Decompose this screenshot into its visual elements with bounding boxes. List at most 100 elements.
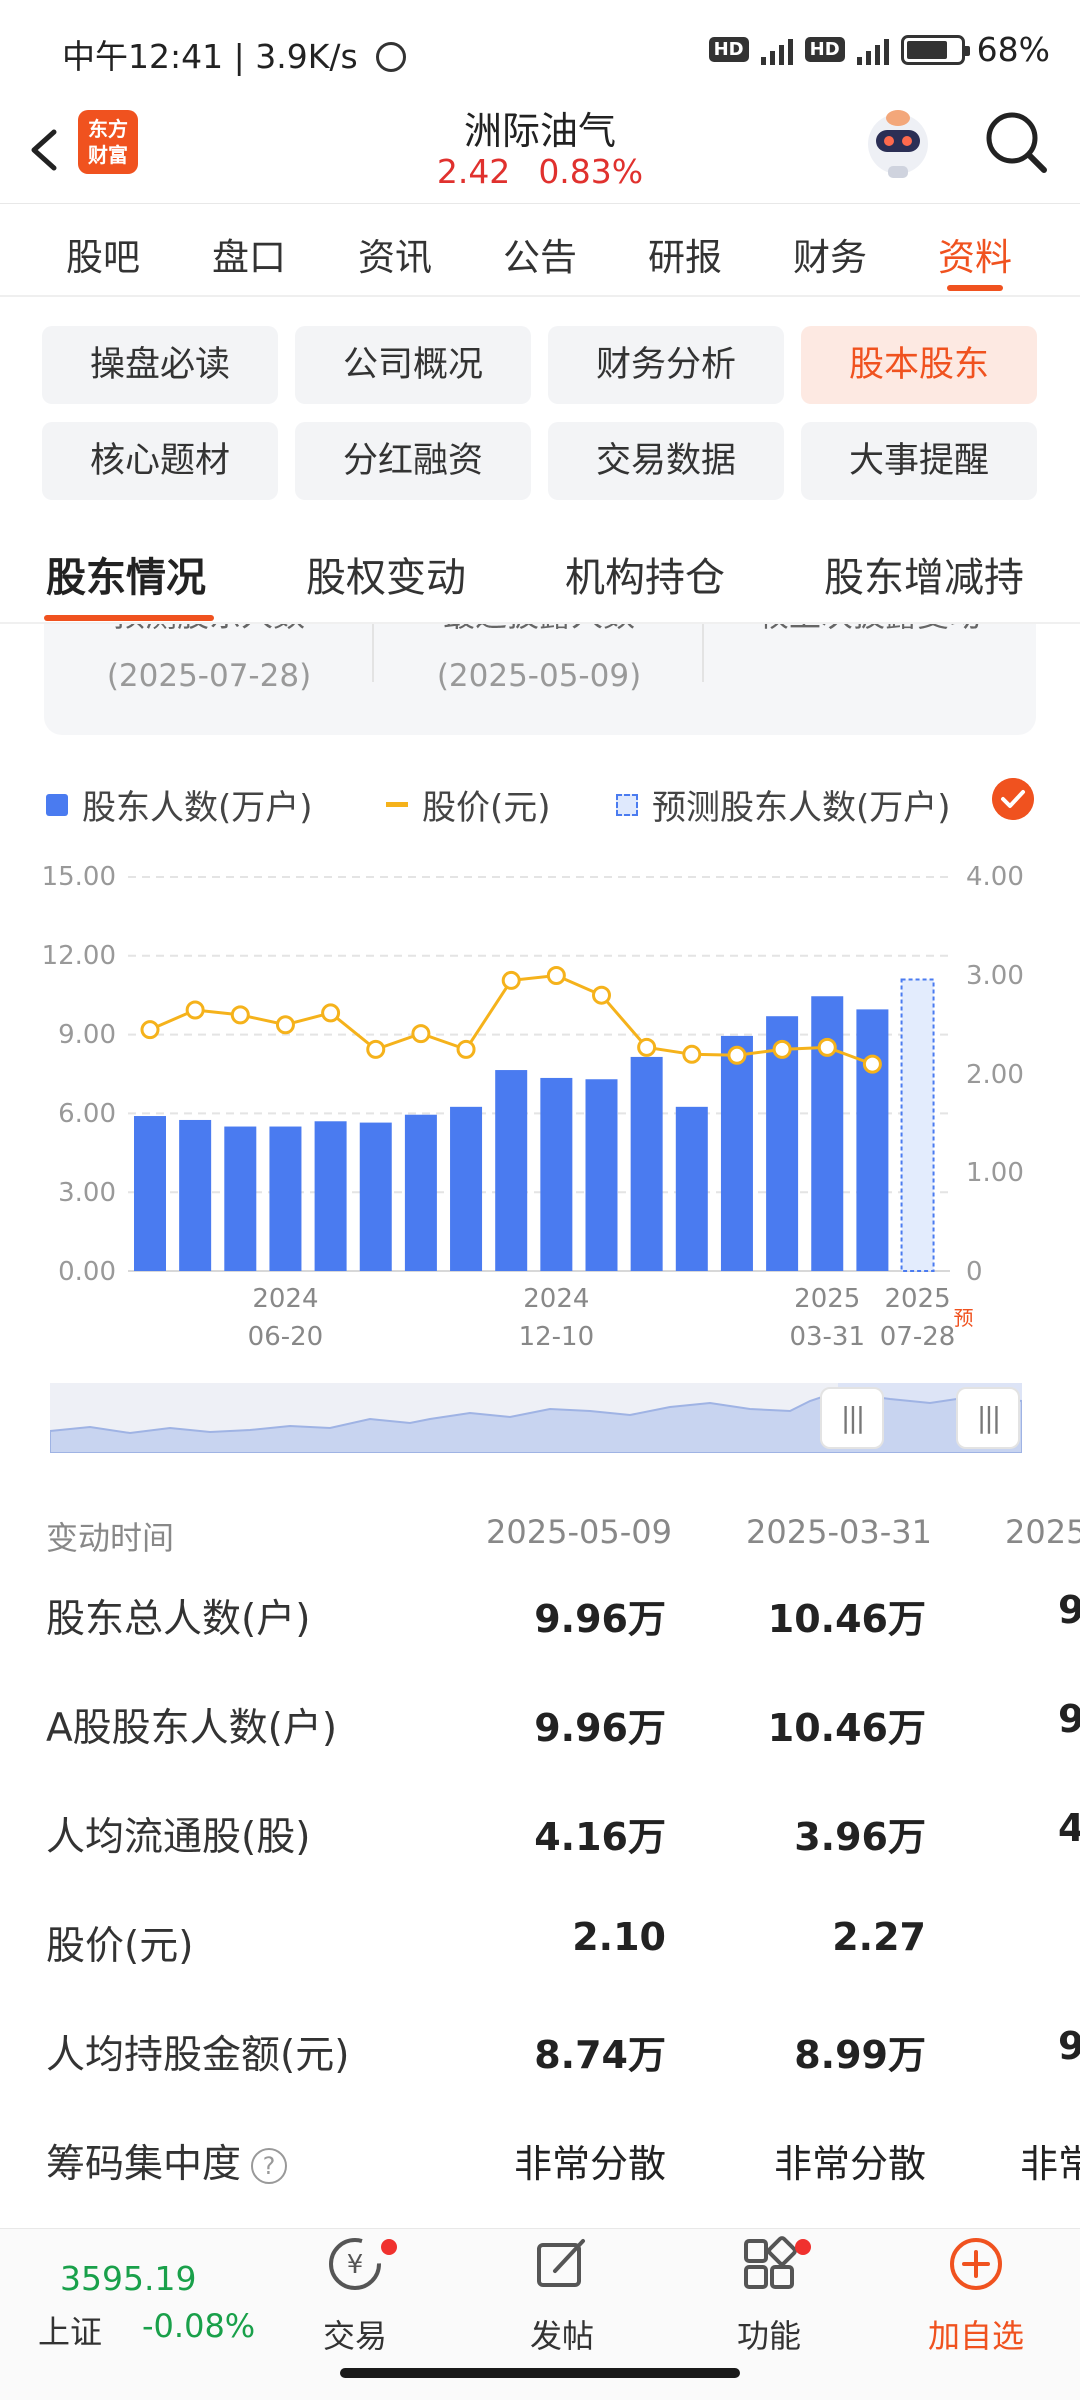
- ai-robot-icon[interactable]: [862, 104, 934, 180]
- legend-holders[interactable]: 股东人数(万户): [46, 780, 313, 829]
- cell: 9.96万: [534, 1706, 666, 1750]
- navigator-left-handle[interactable]: |||: [820, 1387, 884, 1449]
- status-right: HD HD 68%: [708, 30, 1050, 69]
- cell: 非常分散: [773, 2142, 926, 2186]
- battery-icon: [900, 34, 970, 65]
- chip-trading-guide[interactable]: 操盘必读: [42, 326, 278, 404]
- subtab-equity-change[interactable]: 股权变动: [306, 545, 466, 603]
- navigator-right-handle[interactable]: |||: [956, 1387, 1020, 1449]
- x-tick-year: 2024: [252, 1284, 319, 1314]
- cell: 4.16万: [534, 1815, 666, 1859]
- stock-price: 2.42: [436, 152, 511, 191]
- status-separator: |: [233, 37, 245, 76]
- bar: [495, 1070, 528, 1271]
- badge-dot: [795, 2239, 811, 2255]
- price-point: [230, 1005, 250, 1025]
- signal-icon-2: [856, 35, 889, 65]
- row-label: 股价(元): [46, 1924, 194, 1969]
- cell: 8.74万: [534, 2033, 666, 2077]
- x-tick-date: 06-20: [247, 1322, 324, 1352]
- row-label: A股股东人数(户): [46, 1706, 338, 1751]
- legend-price[interactable]: 股价(元): [386, 780, 551, 829]
- add-circle-icon: [950, 2238, 1002, 2290]
- range-navigator[interactable]: ||| |||: [50, 1383, 1022, 1453]
- cell: 10.46万: [767, 1706, 926, 1750]
- summary-predicted-date: (2025-07-28): [106, 658, 312, 694]
- chip-shareholders[interactable]: 股本股东: [801, 326, 1037, 404]
- bar: [540, 1077, 573, 1271]
- nav-functions-label: 功能: [736, 2317, 801, 2355]
- tab-pankou[interactable]: 盘口: [212, 227, 286, 281]
- legend-predicted[interactable]: 预测股东人数(万户): [616, 780, 951, 829]
- cell: 9: [1058, 1697, 1080, 1741]
- tab-research[interactable]: 研报: [648, 227, 722, 281]
- row-label: 人均流通股(股): [46, 1815, 311, 1860]
- chip-trading-data[interactable]: 交易数据: [548, 422, 784, 500]
- row-label-text: 筹码集中度: [46, 2142, 242, 2187]
- predicted-bar: [900, 978, 935, 1272]
- chip-company-overview[interactable]: 公司概况: [295, 326, 531, 404]
- price-point: [817, 1037, 837, 1057]
- chip-dividends[interactable]: 分红融资: [295, 422, 531, 500]
- nav-post[interactable]: 发帖: [492, 2235, 632, 2357]
- tab-finance[interactable]: 财务: [793, 227, 867, 281]
- price-point: [411, 1024, 431, 1044]
- x-tick-date: 12-10: [518, 1322, 595, 1352]
- price-point: [862, 1054, 882, 1074]
- stock-header: 东方 财富 洲际油气 2.42 0.83%: [0, 100, 1080, 204]
- nav-functions[interactable]: 功能: [699, 2235, 839, 2357]
- active-subtab-indicator: [44, 615, 214, 621]
- search-icon[interactable]: [980, 106, 1052, 178]
- chart-plot[interactable]: [0, 850, 1080, 1350]
- bar: [630, 1056, 663, 1271]
- table-header-date: 2025-: [1005, 1513, 1080, 1551]
- alarm-icon: [376, 42, 407, 72]
- price-point: [727, 1045, 747, 1065]
- price-point: [275, 1015, 295, 1035]
- nav-add-watchlist[interactable]: 加自选: [906, 2235, 1046, 2357]
- subtab-shareholders[interactable]: 股东情况: [46, 545, 206, 603]
- bar: [179, 1119, 212, 1271]
- chip-financial-analysis[interactable]: 财务分析: [548, 326, 784, 404]
- price-point: [501, 970, 521, 990]
- bar: [585, 1079, 618, 1271]
- bar: [720, 1035, 753, 1271]
- price-point: [772, 1039, 792, 1059]
- bar: [314, 1121, 347, 1271]
- tab-news[interactable]: 资讯: [358, 227, 432, 281]
- subtab-institution-holdings[interactable]: 机构持仓: [565, 545, 725, 603]
- status-bar: 中午12:41 | 3.9K/s HD HD 68%: [0, 0, 1080, 100]
- legend-price-label: 股价(元): [422, 788, 551, 828]
- tab-announcements[interactable]: 公告: [503, 227, 577, 281]
- cell: 9.96万: [534, 1597, 666, 1641]
- price-point: [456, 1039, 476, 1059]
- index-change: -0.08%: [142, 2307, 256, 2345]
- grid-icon: [744, 2236, 797, 2289]
- hd-icon-2: HD: [804, 37, 845, 62]
- tab-profile[interactable]: 资料: [938, 227, 1012, 281]
- row-label: 股东总人数(户): [46, 1597, 311, 1642]
- badge-dot: [381, 2239, 397, 2255]
- cell: 非常: [1020, 2142, 1080, 2186]
- price-point: [637, 1037, 657, 1057]
- table-header-date: 2025-03-31: [746, 1513, 932, 1551]
- tab-guba[interactable]: 股吧: [66, 227, 140, 281]
- price-point: [682, 1044, 702, 1064]
- chip-events[interactable]: 大事提醒: [801, 422, 1037, 500]
- cell: 10.46万: [767, 1597, 926, 1641]
- chip-core-themes[interactable]: 核心题材: [42, 422, 278, 500]
- help-icon[interactable]: ?: [251, 2148, 288, 2184]
- subtab-holding-changes[interactable]: 股东增减持: [824, 545, 1024, 603]
- price-point: [546, 966, 566, 985]
- checkmark-icon[interactable]: [992, 778, 1034, 820]
- cell: 4: [1058, 1806, 1080, 1850]
- bar: [224, 1126, 257, 1271]
- nav-post-label: 发帖: [529, 2317, 594, 2355]
- home-indicator[interactable]: [340, 2368, 740, 2378]
- nav-add-label: 加自选: [927, 2317, 1024, 2355]
- nav-trade[interactable]: ¥ 交易: [285, 2235, 425, 2357]
- summary-latest-date: (2025-05-09): [436, 658, 642, 694]
- signal-icon: [760, 35, 793, 65]
- hd-icon: HD: [708, 37, 749, 62]
- price-point: [185, 1000, 205, 1020]
